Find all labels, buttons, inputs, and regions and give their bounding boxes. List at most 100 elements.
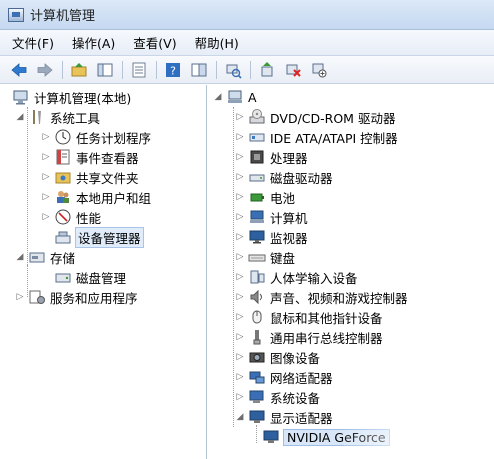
collapsed-arrow-icon[interactable]: ▷: [234, 291, 246, 303]
computer-management-icon: [8, 7, 24, 22]
device-category-label: 监视器: [270, 230, 308, 246]
forward-button[interactable]: [34, 60, 56, 80]
device-category-system[interactable]: ▷ 系统设备: [234, 387, 320, 407]
menu-file[interactable]: 文件(F): [12, 33, 54, 52]
device-item-label: NVIDIA GeForce: [283, 428, 390, 446]
toolbar: ?: [0, 56, 494, 84]
storage-icon: [28, 248, 46, 266]
device-category-label: 处理器: [270, 150, 308, 166]
tree-item-task-scheduler[interactable]: ▷ 任务计划程序: [40, 127, 151, 147]
collapsed-arrow-icon[interactable]: ▷: [40, 191, 52, 203]
menu-action[interactable]: 操作(A): [72, 33, 115, 52]
device-category-mice[interactable]: ▷ 鼠标和其他指针设备: [234, 307, 383, 327]
disable-device-button[interactable]: [308, 60, 330, 80]
scan-hardware-button[interactable]: [222, 60, 244, 80]
up-level-button[interactable]: [68, 60, 90, 80]
shared-folder-icon: [54, 168, 72, 186]
menu-view[interactable]: 查看(V): [133, 33, 176, 52]
properties-button[interactable]: [188, 60, 210, 80]
disk-management-icon: [54, 268, 72, 286]
device-tree-root[interactable]: ◢ A: [212, 87, 257, 107]
collapsed-arrow-icon[interactable]: ▷: [234, 151, 246, 163]
tree-item-local-users-groups[interactable]: ▷ 本地用户和组: [40, 187, 151, 207]
help-button[interactable]: ?: [162, 60, 184, 80]
network-adapter-icon: [248, 368, 266, 386]
console-tree-pane[interactable]: 计算机管理(本地) ◢ 系统工具 ▷ 任务计划程序 ▷ 事件查看器 ▷ 共享文件…: [0, 85, 207, 459]
collapsed-arrow-icon[interactable]: ▷: [234, 131, 246, 143]
menu-help[interactable]: 帮助(H): [195, 33, 239, 52]
tree-item-services-applications[interactable]: ▷ 服务和应用程序: [14, 287, 138, 307]
device-category-dvd[interactable]: ▷ DVD/CD-ROM 驱动器: [234, 107, 395, 127]
collapsed-arrow-icon[interactable]: ▷: [234, 391, 246, 403]
collapsed-arrow-icon[interactable]: ▷: [234, 351, 246, 363]
expanded-arrow-icon[interactable]: ◢: [14, 251, 26, 263]
system-tools-icon: [28, 108, 46, 126]
expanded-arrow-icon[interactable]: ◢: [212, 91, 224, 103]
collapsed-arrow-icon[interactable]: ▷: [40, 211, 52, 223]
back-button[interactable]: [8, 60, 30, 80]
collapsed-arrow-icon[interactable]: ▷: [14, 291, 26, 303]
device-category-imaging[interactable]: ▷ 图像设备: [234, 347, 320, 367]
device-manager-icon: [54, 228, 72, 246]
collapsed-arrow-icon[interactable]: ▷: [234, 331, 246, 343]
tree-guide-line: [256, 425, 257, 443]
update-driver-icon: [261, 61, 273, 76]
dvd-drive-icon: [248, 108, 266, 126]
event-viewer-icon: [54, 148, 72, 166]
uninstall-icon: [286, 64, 301, 77]
device-category-keyboards[interactable]: ▷ 键盘: [234, 247, 295, 267]
device-category-label: 图像设备: [270, 350, 321, 366]
collapsed-arrow-icon[interactable]: ▷: [234, 171, 246, 183]
tree-item-storage[interactable]: ◢ 存储: [14, 247, 75, 267]
device-category-usb[interactable]: ▷ 通用串行总线控制器: [234, 327, 383, 347]
disk-drive-icon: [248, 168, 266, 186]
collapsed-arrow-icon[interactable]: ▷: [234, 371, 246, 383]
watermark-fade: [344, 389, 494, 459]
tree-item-shared-folders[interactable]: ▷ 共享文件夹: [40, 167, 139, 187]
collapsed-arrow-icon[interactable]: ▷: [234, 311, 246, 323]
export-list-button[interactable]: [128, 60, 150, 80]
system-devices-icon: [248, 388, 266, 406]
collapsed-arrow-icon[interactable]: ▷: [234, 191, 246, 203]
collapsed-arrow-icon[interactable]: ▷: [234, 251, 246, 263]
device-category-monitors[interactable]: ▷ 监视器: [234, 227, 308, 247]
collapsed-arrow-icon[interactable]: ▷: [234, 211, 246, 223]
device-category-display-adapters[interactable]: ◢ 显示适配器: [234, 407, 333, 427]
tree-item-label: 性能: [76, 210, 102, 226]
device-category-label: 电池: [270, 190, 296, 206]
device-category-battery[interactable]: ▷ 电池: [234, 187, 295, 207]
tree-item-performance[interactable]: ▷ 性能: [40, 207, 101, 227]
device-category-sound[interactable]: ▷ 声音、视频和游戏控制器: [234, 287, 408, 307]
collapsed-arrow-icon[interactable]: ▷: [40, 131, 52, 143]
tree-item-device-manager[interactable]: 设备管理器: [54, 226, 144, 248]
device-category-network[interactable]: ▷ 网络适配器: [234, 367, 333, 387]
services-icon: [28, 288, 46, 306]
device-category-hid[interactable]: ▷ 人体学输入设备: [234, 267, 358, 287]
collapsed-arrow-icon[interactable]: ▷: [40, 171, 52, 183]
device-category-label: 磁盘驱动器: [270, 170, 333, 186]
device-category-computer[interactable]: ▷ 计算机: [234, 207, 308, 227]
show-hide-tree-button[interactable]: [94, 60, 116, 80]
expanded-arrow-icon[interactable]: ◢: [14, 111, 26, 123]
collapsed-arrow-icon[interactable]: ▷: [234, 111, 246, 123]
device-item-nvidia[interactable]: NVIDIA GeForce: [262, 427, 390, 447]
collapsed-arrow-icon[interactable]: ▷: [40, 151, 52, 163]
uninstall-device-button[interactable]: [282, 60, 304, 80]
tree-item-event-viewer[interactable]: ▷ 事件查看器: [40, 147, 139, 167]
tree-item-computer-management[interactable]: 计算机管理(本地): [12, 87, 131, 107]
expanded-arrow-icon[interactable]: ◢: [234, 411, 246, 423]
device-category-processor[interactable]: ▷ 处理器: [234, 147, 308, 167]
device-category-label: 通用串行总线控制器: [270, 330, 383, 346]
update-driver-button[interactable]: [256, 60, 278, 80]
collapsed-arrow-icon[interactable]: ▷: [234, 271, 246, 283]
clock-icon: [54, 128, 72, 146]
device-tree-pane[interactable]: ◢ A ▷ DVD/CD-ROM 驱动器 ▷ IDE ATA/ATAPI 控制器…: [208, 85, 494, 459]
device-category-label: 声音、视频和游戏控制器: [270, 290, 408, 306]
display-adapter-icon: [262, 428, 280, 446]
tree-item-disk-management[interactable]: 磁盘管理: [54, 267, 126, 287]
collapsed-arrow-icon[interactable]: ▷: [234, 231, 246, 243]
device-category-ide[interactable]: ▷ IDE ATA/ATAPI 控制器: [234, 127, 398, 147]
device-category-label: 系统设备: [270, 390, 321, 406]
device-category-disk-drives[interactable]: ▷ 磁盘驱动器: [234, 167, 333, 187]
tree-item-system-tools[interactable]: ◢ 系统工具: [14, 107, 100, 127]
